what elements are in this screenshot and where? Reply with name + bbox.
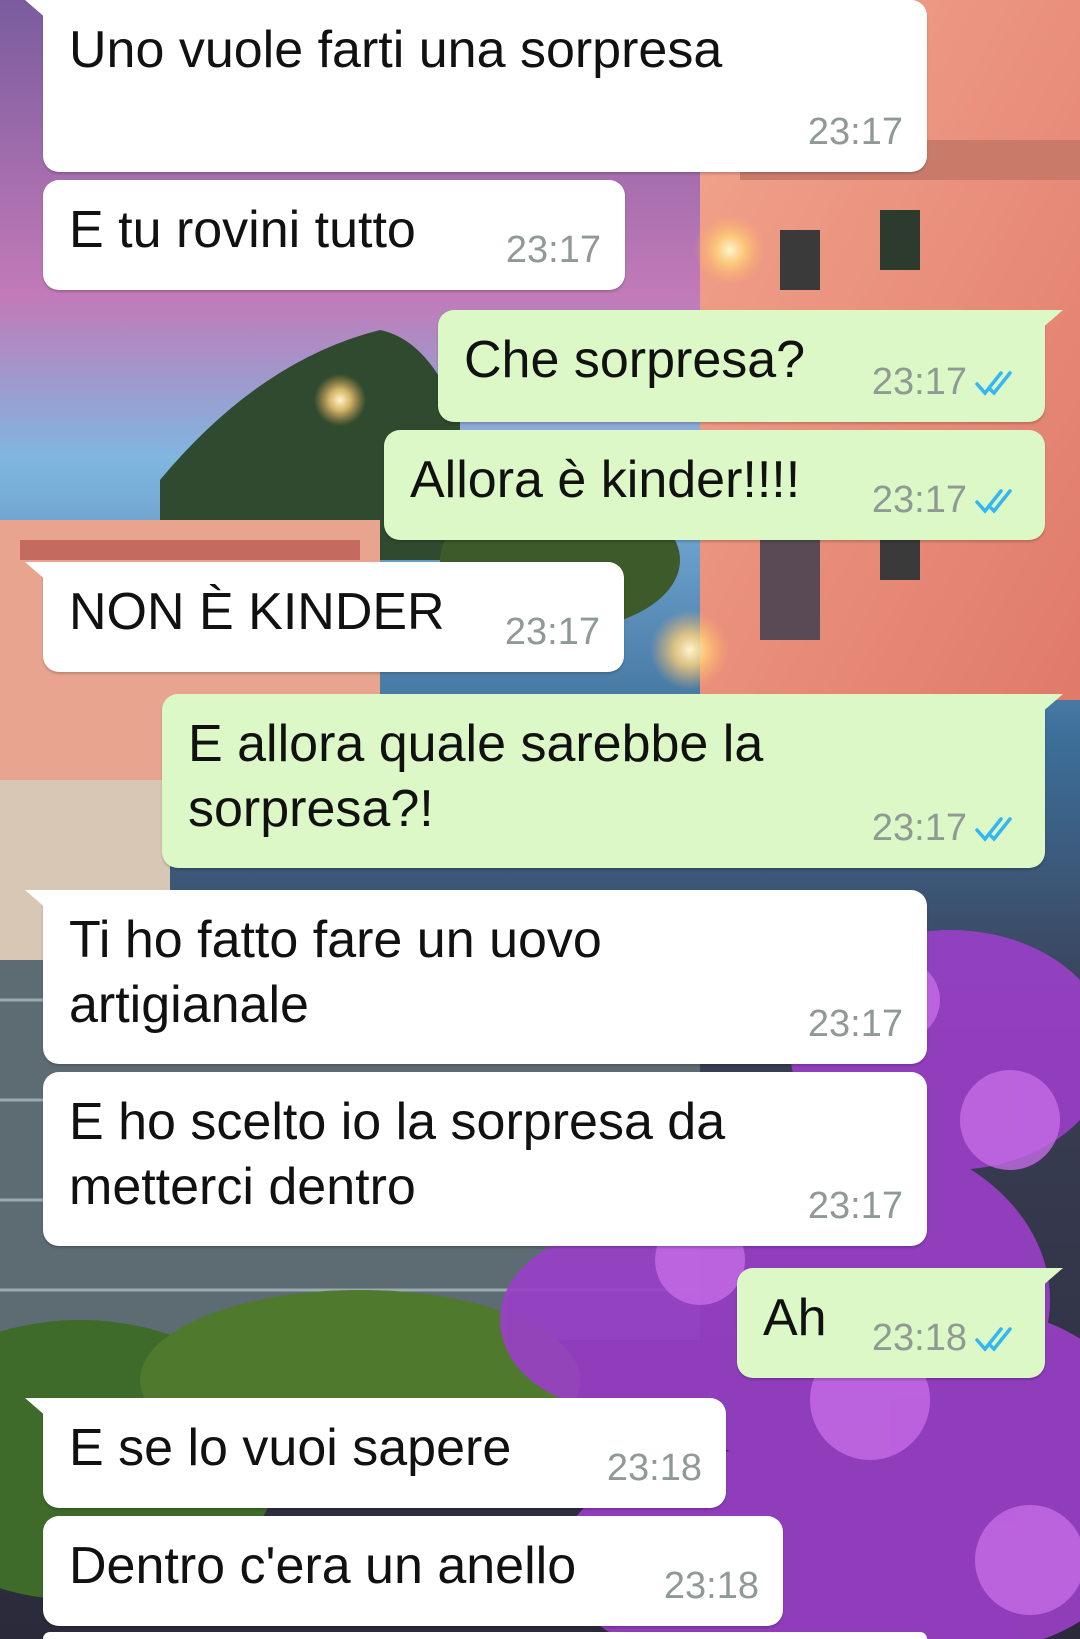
message-outgoing[interactable]: Allora è kinder!!!! 23:17 [384, 430, 1045, 540]
message-time: 23:17 [807, 111, 903, 153]
double-check-icon [975, 370, 1012, 396]
message-time: 23:17 [871, 807, 967, 849]
double-check-icon [975, 488, 1012, 514]
message-text: Uno vuole farti una sorpresa [69, 21, 723, 79]
message-time: 23:17 [807, 1185, 903, 1227]
message-time: 23:18 [871, 1317, 967, 1359]
bubble-tail [1033, 1268, 1063, 1294]
message-time: 23:17 [505, 229, 601, 271]
message-incoming[interactable]: E se lo vuoi sapere 23:18 [25, 1398, 726, 1508]
message-incoming[interactable]: E ho scelto io la sorpresa da metterci d… [43, 1072, 927, 1246]
message-incoming[interactable]: NON È KINDER 23:17 [25, 562, 624, 672]
bubble-tail [1033, 310, 1063, 336]
bubble-tail [25, 0, 55, 26]
message-outgoing[interactable]: E allora quale sarebbe la sorpresa?! 23:… [162, 694, 1063, 868]
message-time: 23:18 [606, 1447, 702, 1489]
message-text: Ti ho fatto fare un uovo artigianale [69, 911, 602, 1034]
bubble-tail [1033, 694, 1063, 720]
message-outgoing[interactable]: Che sorpresa? 23:17 [438, 310, 1063, 422]
message-time: 23:17 [871, 479, 967, 521]
message-outgoing[interactable]: Ah 23:18 [737, 1268, 1063, 1378]
double-check-icon [975, 816, 1012, 842]
message-time: 23:17 [504, 611, 600, 653]
message-incoming[interactable]: Uno vuole farti una sorpresa 23:17 [25, 0, 927, 172]
bubble-tail [25, 890, 55, 916]
message-incoming[interactable]: Ti ho fatto fare un uovo artigianale 23:… [25, 890, 927, 1064]
message-incoming-partial[interactable] [43, 1632, 927, 1639]
message-incoming[interactable]: Dentro c'era un anello 23:18 [43, 1516, 783, 1626]
double-check-icon [975, 1326, 1012, 1352]
message-incoming[interactable]: E tu rovini tutto 23:17 [43, 180, 625, 290]
message-time: 23:17 [871, 361, 967, 403]
message-text: Dentro c'era un anello [69, 1537, 577, 1595]
bubble-tail [25, 1398, 55, 1424]
message-text: E ho scelto io la sorpresa da metterci d… [69, 1093, 726, 1216]
message-time: 23:17 [807, 1003, 903, 1045]
message-time: 23:18 [663, 1565, 759, 1607]
bubble-tail [25, 562, 55, 588]
